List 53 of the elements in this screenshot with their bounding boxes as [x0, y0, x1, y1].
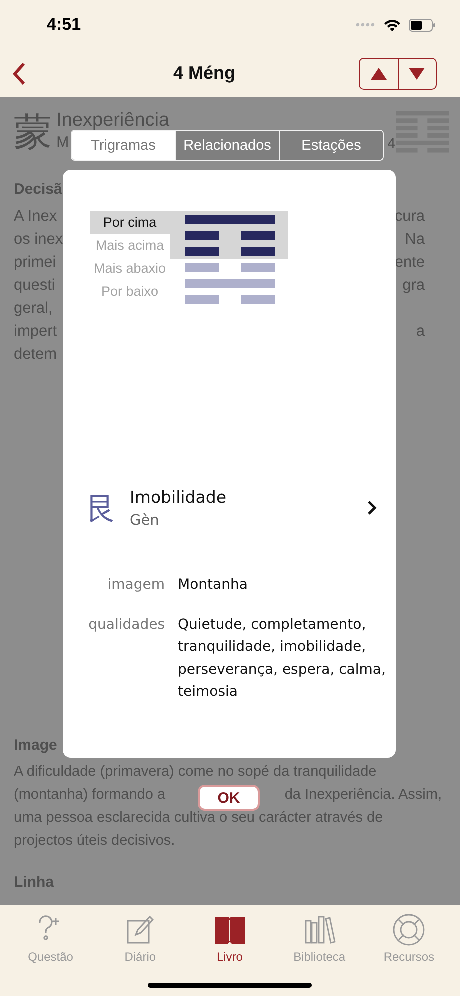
segment-tab[interactable]: Estações: [279, 131, 383, 160]
wifi-icon: [384, 18, 401, 32]
paragraph-fragment: cura: [394, 207, 425, 227]
paragraph-fragment: gra: [402, 276, 425, 296]
section-title: Image: [14, 736, 58, 756]
section-title: Decisã: [14, 180, 64, 200]
paragraph-fragment: detem: [14, 345, 58, 365]
hexagram-character: 蒙: [14, 110, 53, 155]
section-title: Linha: [14, 873, 55, 893]
tab-bar-item[interactable]: Diário: [96, 905, 186, 964]
paragraph-fragment: geral,: [14, 299, 53, 319]
paragraph-fragment: A Inex: [14, 207, 58, 227]
position-option[interactable]: Por baixo: [90, 280, 170, 303]
trigram-character: 艮: [87, 490, 118, 528]
signal-icon: [356, 23, 376, 27]
tab-bar-item[interactable]: Recursos: [364, 905, 454, 964]
hexagram-title: Inexperiência: [56, 110, 171, 132]
paragraph-fragment: os inex: [14, 230, 64, 250]
lifebuoy-icon: [392, 913, 426, 947]
property-value: Montanha: [178, 576, 249, 595]
paragraph-fragment: primei: [14, 253, 56, 273]
tab-bar-item[interactable]: Questão: [6, 905, 96, 964]
paragraph-line: uma pessoa esclarecida cultiva o seu carácter através de: [14, 809, 384, 828]
paragraph-fragment: ente: [394, 253, 425, 273]
property-label: qualidades: [88, 616, 165, 634]
tab-bar-item[interactable]: Biblioteca: [274, 905, 364, 964]
chevron-left-icon: [12, 62, 26, 86]
hexagram-number: 4: [388, 134, 396, 153]
paragraph-fragment: a: [416, 322, 425, 342]
paragraph-line: da Inexperiência. Assim,: [284, 786, 442, 805]
paragraph-line: A dificuldade (primavera) come no sopé da tranquilidade: [14, 763, 377, 782]
paragraph-line: projectos úteis decisivos.: [14, 832, 176, 851]
position-option[interactable]: Mais abaxio: [90, 257, 170, 280]
tab-bar-item[interactable]: Livro: [185, 905, 275, 964]
property-label: imagem: [106, 576, 165, 595]
segment-tab[interactable]: Relacionados: [175, 131, 279, 160]
nav-title: 4 Méng: [173, 63, 236, 84]
paragraph-line: (montanha) formando a: [14, 786, 166, 805]
position-option[interactable]: Mais acima: [90, 234, 170, 257]
trigram-romanization: Gèn: [130, 512, 160, 531]
trigram-name: Imobilidade: [130, 487, 228, 509]
triangle-up-icon: [370, 66, 388, 80]
paragraph-fragment: Na: [405, 230, 425, 250]
position-option[interactable]: Por cima: [90, 211, 170, 234]
hexagram-subtitle: M: [56, 133, 70, 153]
status-time: 4:51: [47, 15, 82, 35]
segment-tab[interactable]: Trigramas: [72, 131, 175, 160]
triangle-down-icon: [408, 66, 426, 80]
paragraph-fragment: impert: [14, 322, 58, 342]
battery-icon: [409, 18, 436, 32]
paragraph-fragment: questi: [14, 276, 56, 296]
ok-button[interactable]: OK: [198, 785, 260, 811]
property-value: Quietude, completamento, tranquilidade, imobilidade, perseverança, espera, calma, teimosia: [178, 616, 387, 702]
